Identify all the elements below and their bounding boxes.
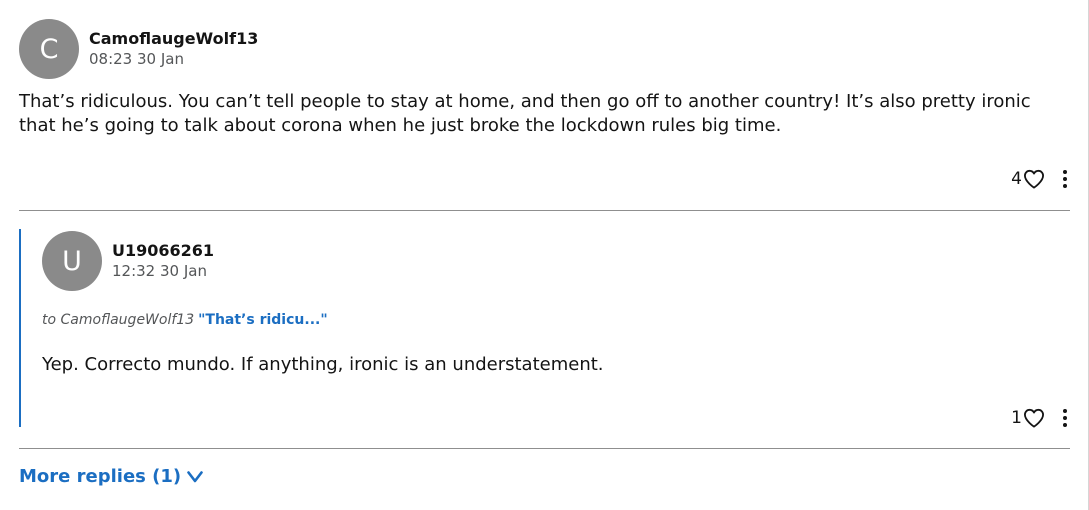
reply-text: Yep. Correcto mundo. If anything, ironic… bbox=[42, 354, 604, 375]
reply-indicator-bar bbox=[19, 229, 21, 427]
avatar[interactable]: C bbox=[19, 19, 79, 79]
reply-to-label: to CamoflaugeWolf13 bbox=[42, 312, 195, 328]
comment-thread: C CamoflaugeWolf13 08:23 30 Jan That’s r… bbox=[0, 0, 1089, 510]
divider bbox=[19, 210, 1070, 211]
reply-avatar[interactable]: U bbox=[42, 231, 102, 291]
reply-actions: 1 bbox=[1011, 408, 1068, 428]
more-replies-button[interactable]: More replies (1) bbox=[19, 466, 203, 487]
comment-actions: 4 bbox=[1011, 169, 1068, 189]
comment-text-line: That’s ridiculous. You can’t tell people… bbox=[19, 91, 1031, 112]
more-options-icon[interactable] bbox=[1062, 170, 1068, 188]
like-count: 1 bbox=[1011, 408, 1022, 428]
more-replies-label: More replies (1) bbox=[19, 466, 182, 487]
heart-icon[interactable] bbox=[1023, 169, 1045, 189]
quoted-comment-link[interactable]: "That’s ridicu..." bbox=[198, 312, 328, 328]
comment-timestamp: 08:23 30 Jan bbox=[89, 50, 184, 68]
reply-author[interactable]: U19066261 bbox=[112, 241, 214, 260]
comment-text-line: that he’s going to talk about corona whe… bbox=[19, 115, 782, 136]
chevron-down-icon bbox=[187, 470, 203, 482]
comment-text: That’s ridiculous. You can’t tell people… bbox=[19, 90, 1031, 138]
reply-timestamp: 12:32 30 Jan bbox=[112, 262, 207, 280]
divider bbox=[19, 448, 1070, 449]
reply-to-line: to CamoflaugeWolf13 "That’s ridicu..." bbox=[42, 312, 328, 328]
more-options-icon[interactable] bbox=[1062, 409, 1068, 427]
heart-icon[interactable] bbox=[1023, 408, 1045, 428]
comment-author[interactable]: CamoflaugeWolf13 bbox=[89, 29, 258, 48]
like-count: 4 bbox=[1011, 169, 1022, 189]
